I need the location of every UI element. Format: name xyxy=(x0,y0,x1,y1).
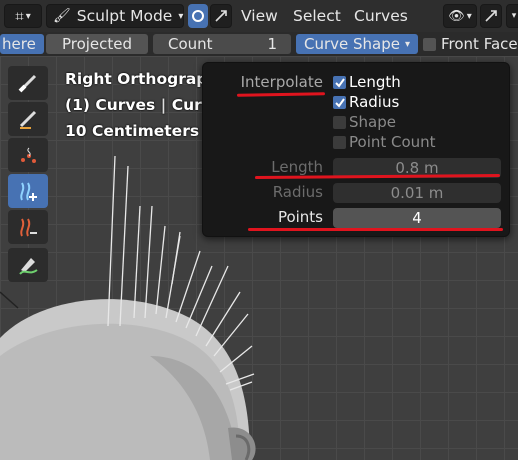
header-bar: ⌗ ▾ 🖌 Sculpt Mode ▾ View Select Curves 👁… xyxy=(0,0,518,32)
tool-comb[interactable] xyxy=(8,66,48,100)
menu-view[interactable]: View xyxy=(241,4,278,28)
header-overflow-button[interactable]: ▾ xyxy=(506,4,518,28)
radius-checkbox[interactable] xyxy=(333,96,346,109)
length-field-label: Length xyxy=(271,158,323,176)
curve-shape-label: Curve Shape xyxy=(304,35,400,53)
checkmark-icon xyxy=(334,77,345,88)
object-mode-icon: ⌗ xyxy=(15,7,24,25)
shape-option-label: Shape xyxy=(349,113,396,131)
annotation-underline-points xyxy=(248,228,503,231)
tool-shelf xyxy=(8,66,48,286)
chevron-down-icon: ▾ xyxy=(178,10,184,22)
object-info-separator: | xyxy=(160,96,167,114)
point-count-option-label: Point Count xyxy=(349,133,436,151)
shape-checkbox[interactable] xyxy=(333,116,346,129)
count-label: Count xyxy=(168,35,213,53)
visibility-dropdown[interactable]: 👁 ▾ xyxy=(443,4,477,28)
navigation-gizmo-button[interactable] xyxy=(480,4,502,28)
front-face-checkbox[interactable] xyxy=(423,37,436,51)
tool-annotate[interactable] xyxy=(8,248,48,282)
radius-field[interactable]: 0.01 m xyxy=(333,183,501,203)
gizmo-icon xyxy=(485,10,497,22)
overlay-icon xyxy=(192,10,204,22)
gizmo-icon xyxy=(215,10,227,22)
chevron-down-icon: ▾ xyxy=(466,10,472,22)
front-face-toggle[interactable]: Front Face xyxy=(423,34,518,54)
mode-label: Sculpt Mode xyxy=(76,7,173,25)
points-field[interactable]: 4 xyxy=(333,208,501,228)
editor-type-button[interactable]: ⌗ ▾ xyxy=(4,4,42,28)
sculpt-brush-icon: 🖌 xyxy=(53,8,71,24)
mode-dropdown[interactable]: 🖌 Sculpt Mode ▾ xyxy=(46,4,184,28)
tool-add-curves[interactable] xyxy=(8,174,48,208)
radius-option-label: Radius xyxy=(349,93,400,111)
tool-remove-curves[interactable] xyxy=(8,210,48,244)
points-field-label: Points xyxy=(277,208,323,226)
overlay-toggle[interactable] xyxy=(188,4,208,28)
radius-field-label: Radius xyxy=(272,183,323,201)
count-value: 1 xyxy=(267,35,277,53)
annotate-pen-icon xyxy=(19,258,38,275)
chevron-down-icon: ▾ xyxy=(405,38,411,50)
checkmark-icon xyxy=(334,97,345,108)
projected-button[interactable]: Projected xyxy=(46,34,148,54)
object-info: (1) Curves | Curve xyxy=(65,96,222,114)
chevron-down-icon: ▾ xyxy=(511,11,517,21)
length-option-label: Length xyxy=(349,73,401,91)
remove-curves-icon xyxy=(20,218,37,237)
add-curves-icon xyxy=(20,182,37,201)
menu-curves[interactable]: Curves xyxy=(354,4,408,28)
curve-shape-popup: Interpolate Length Radius Shape Point Co… xyxy=(202,62,510,237)
comb-brush-icon xyxy=(18,74,37,93)
object-info-a: (1) Curves xyxy=(65,96,156,114)
surface-mode-button[interactable]: here xyxy=(0,34,44,54)
interpolate-label: Interpolate xyxy=(240,73,323,91)
menu-select[interactable]: Select xyxy=(293,4,341,28)
front-face-label: Front Face xyxy=(441,35,518,53)
point-count-checkbox[interactable] xyxy=(333,136,346,149)
gizmo-toggle[interactable] xyxy=(210,4,232,28)
chevron-down-icon: ▾ xyxy=(25,10,31,22)
tool-density[interactable] xyxy=(8,138,48,172)
eye-icon: 👁 xyxy=(448,8,465,24)
tool-delete[interactable] xyxy=(8,102,48,136)
count-field[interactable]: Count 1 xyxy=(153,34,291,54)
tool-settings-bar: here Projected Count 1 Curve Shape ▾ Fro… xyxy=(0,32,518,56)
density-icon xyxy=(21,147,36,163)
curve-shape-dropdown[interactable]: Curve Shape ▾ xyxy=(296,34,418,54)
scale-label: 10 Centimeters xyxy=(65,122,200,140)
length-checkbox[interactable] xyxy=(333,76,346,89)
delete-brush-icon xyxy=(19,110,37,129)
